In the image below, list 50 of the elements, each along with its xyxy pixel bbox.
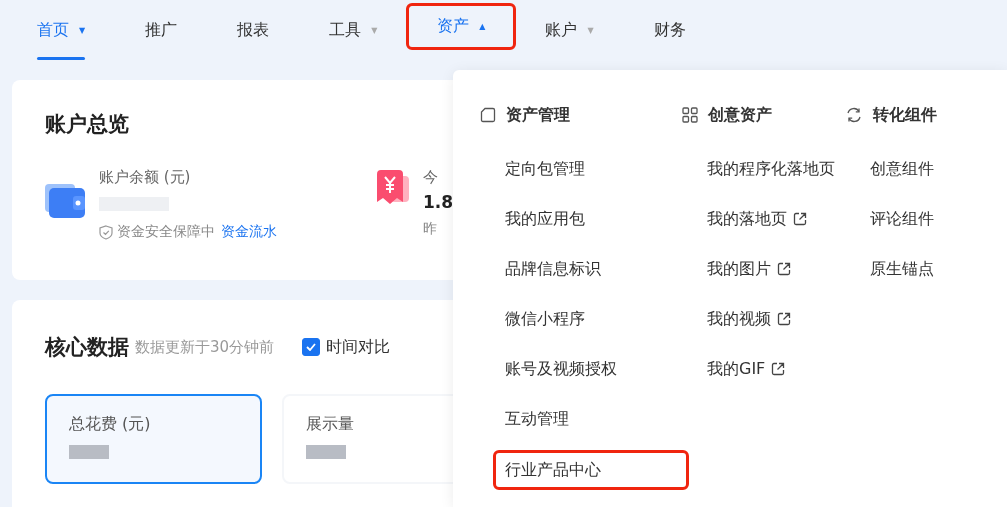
- document-icon: [480, 107, 496, 123]
- menu-item[interactable]: 我的视频: [682, 294, 845, 344]
- menu-item[interactable]: 我的程序化落地页: [682, 144, 845, 194]
- nav-tab[interactable]: 推广: [145, 0, 178, 60]
- nav-tab[interactable]: 财务: [653, 0, 686, 60]
- refresh-icon: [844, 107, 863, 123]
- caret-icon: ▼: [587, 25, 594, 35]
- caret-icon: ▼: [371, 25, 378, 35]
- safety-note: 资金安全保障中: [117, 223, 215, 241]
- metric-card[interactable]: 总花费 (元): [45, 394, 262, 484]
- update-note: 数据更新于30分钟前: [135, 337, 275, 357]
- yesterday-label: 昨: [423, 220, 438, 238]
- active-tab-indicator: [37, 57, 86, 60]
- menu-item[interactable]: 品牌信息标识: [480, 244, 682, 294]
- menu-section-title: 转化组件: [872, 104, 937, 126]
- menu-item[interactable]: 行业产品中心: [493, 450, 689, 490]
- menu-item[interactable]: 评论组件: [844, 194, 1007, 244]
- menu-item[interactable]: 我的应用包: [480, 194, 682, 244]
- checkbox-label: 时间对比: [326, 336, 391, 358]
- menu-item[interactable]: 我的GIF: [682, 344, 845, 394]
- nav-tab[interactable]: 资产 ▲: [406, 2, 517, 50]
- caret-icon: ▲: [479, 21, 486, 31]
- menu-item[interactable]: 创意组件: [844, 144, 1007, 194]
- menu-item[interactable]: 我的落地页: [682, 194, 845, 244]
- menu-item[interactable]: 我的图片: [682, 244, 845, 294]
- menu-item[interactable]: 原生锚点: [844, 244, 1007, 294]
- metric-label: 展示量: [306, 414, 355, 435]
- fund-flow-link[interactable]: 资金流水: [221, 223, 277, 241]
- balance-label: 账户余额 (元): [99, 168, 192, 187]
- blurred-value: [69, 445, 109, 459]
- shield-check-icon: [99, 224, 113, 240]
- nav-tab[interactable]: 报表: [237, 0, 270, 60]
- checkbox[interactable]: [302, 338, 321, 356]
- card-title: 账户总览: [45, 111, 129, 138]
- nav-tab[interactable]: 账户 ▼: [545, 0, 594, 60]
- menu-section-title: 创意资产: [708, 104, 772, 126]
- today-label: 今: [423, 168, 439, 187]
- menu-item[interactable]: 微信小程序: [480, 294, 682, 344]
- menu-section-title: 资产管理: [506, 104, 570, 126]
- caret-icon: ▼: [79, 25, 86, 35]
- grid-icon: [682, 107, 698, 123]
- checkmark-icon: [306, 343, 317, 351]
- nav-tab[interactable]: 工具 ▼: [329, 0, 378, 60]
- card-title: 核心数据: [45, 334, 129, 361]
- today-value: 1.8: [423, 192, 454, 212]
- blurred-value: [306, 445, 346, 459]
- nav-tab[interactable]: 首页 ▼: [37, 0, 86, 60]
- metric-label: 总花费 (元): [69, 414, 152, 435]
- menu-item[interactable]: 定向包管理: [480, 144, 682, 194]
- menu-item[interactable]: 账号及视频授权: [480, 344, 682, 394]
